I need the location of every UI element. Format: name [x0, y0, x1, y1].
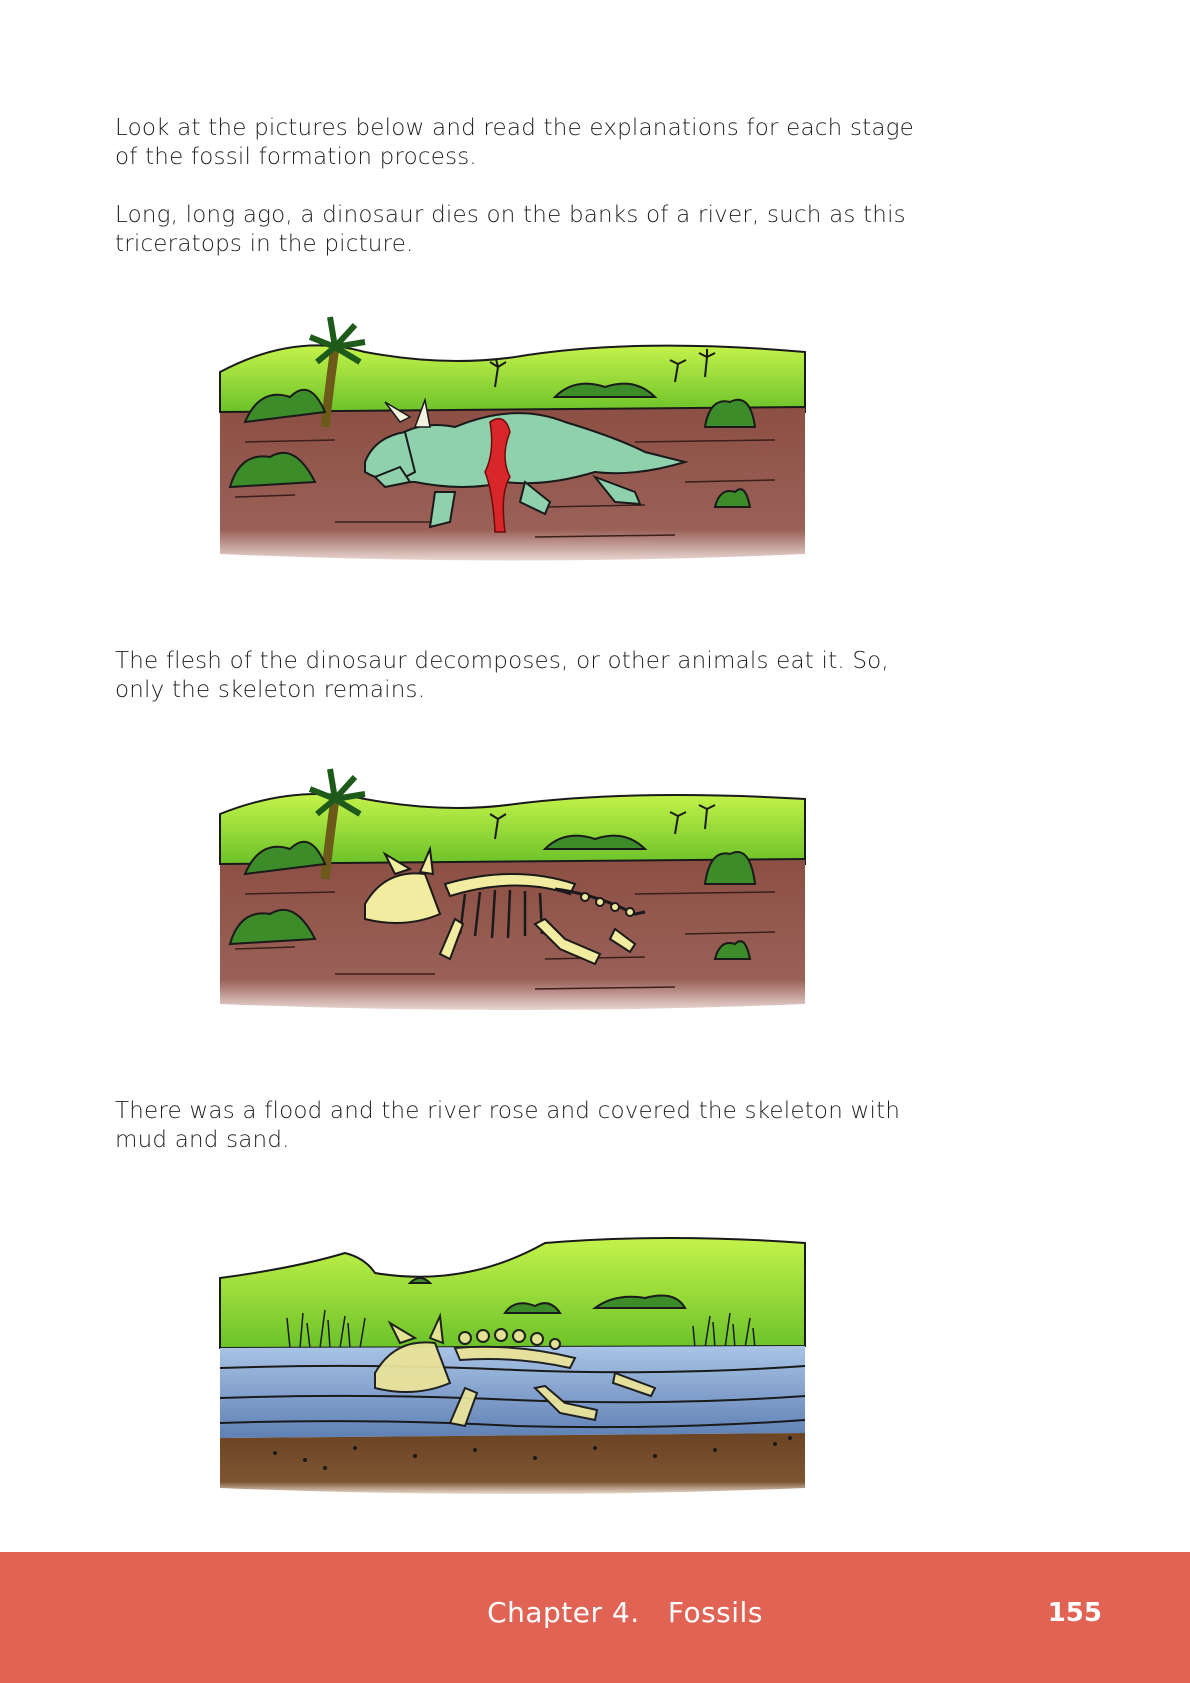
stage3-paragraph: There was a flood and the river rose and… — [115, 1098, 901, 1153]
flood-covered-skeleton-illustration — [219, 1237, 806, 1494]
page-number: 155 — [1047, 1598, 1102, 1628]
dead-triceratops-illustration — [219, 316, 806, 561]
stage1-paragraph: Long, long ago, a dinosaur dies on the b… — [115, 202, 906, 257]
mud-sediment — [220, 1433, 805, 1494]
triceratops-skeleton-illustration — [219, 768, 806, 1010]
chapter-title: Chapter 4. Fossils — [487, 1596, 763, 1629]
intro-paragraph: Look at the pictures below and read the … — [115, 115, 914, 170]
page-footer: Chapter 4. Fossils 155 — [0, 1552, 1190, 1683]
stage2-paragraph: The flesh of the dinosaur decomposes, or… — [115, 648, 889, 703]
